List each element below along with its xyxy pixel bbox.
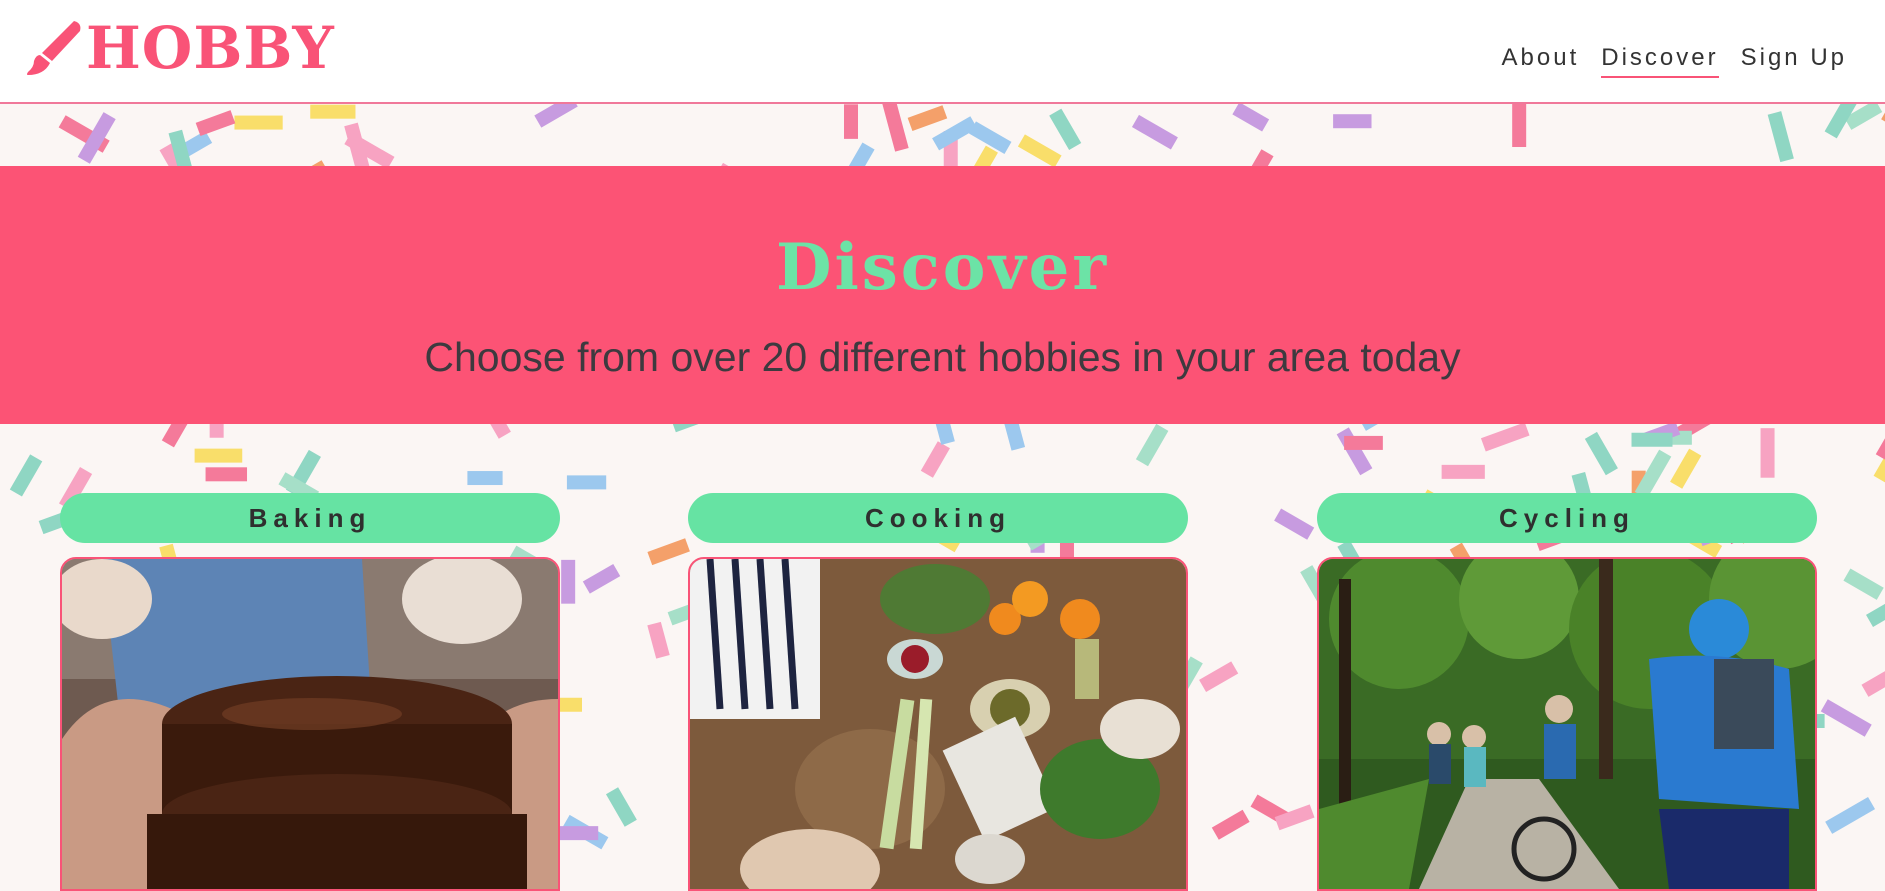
- sprinkle: [561, 559, 576, 604]
- sprinkle: [1049, 108, 1082, 151]
- paintbrush-icon: [27, 21, 81, 75]
- sprinkle: [467, 471, 503, 486]
- sprinkle: [1333, 114, 1372, 129]
- sprinkle: [1843, 568, 1884, 600]
- hobby-title-cycling[interactable]: Cycling: [1317, 493, 1817, 543]
- sprinkle: [9, 454, 43, 497]
- nav-about[interactable]: About: [1502, 44, 1580, 78]
- cooking-image[interactable]: [688, 557, 1188, 891]
- sprinkle: [1344, 435, 1383, 450]
- hobby-title-baking[interactable]: Baking: [60, 493, 560, 543]
- sprinkle: [1631, 432, 1673, 447]
- hobby-card-cycling: Cycling: [1317, 493, 1817, 891]
- sprinkle: [1866, 596, 1885, 627]
- baking-image[interactable]: [60, 557, 560, 891]
- sprinkle: [647, 621, 670, 659]
- sprinkle: [582, 563, 621, 594]
- sprinkle: [605, 787, 637, 827]
- brand-name: HOBBY: [86, 14, 335, 82]
- sprinkle: [1274, 508, 1315, 540]
- sprinkle: [566, 475, 607, 490]
- hero-title: Discover: [775, 230, 1110, 305]
- sprinkle: [534, 104, 578, 128]
- sprinkle: [194, 448, 243, 463]
- sprinkle: [1512, 104, 1527, 148]
- sprinkle: [920, 441, 950, 478]
- sprinkle: [234, 115, 283, 130]
- sprinkle: [1131, 114, 1178, 150]
- sprinkle: [1135, 423, 1169, 467]
- sprinkle: [882, 104, 909, 152]
- hero-banner: Discover Choose from over 20 different h…: [0, 166, 1885, 424]
- hobby-card-cooking: Cooking: [688, 493, 1188, 891]
- sprinkle: [205, 467, 248, 482]
- site-header: HOBBY About Discover Sign Up: [0, 0, 1885, 104]
- sprinkle: [1441, 464, 1485, 479]
- sprinkle: [1861, 659, 1885, 697]
- hobby-title-cooking[interactable]: Cooking: [688, 493, 1188, 543]
- sprinkle: [1199, 661, 1239, 693]
- sprinkle: [907, 105, 948, 132]
- sprinkle: [1336, 427, 1373, 476]
- sprinkle: [1767, 111, 1794, 163]
- sprinkle: [1825, 796, 1876, 834]
- hero-subtitle: Choose from over 20 different hobbies in…: [424, 334, 1461, 380]
- sprinkle: [310, 104, 356, 119]
- logo[interactable]: HOBBY: [22, 16, 335, 80]
- sprinkle: [1820, 699, 1872, 737]
- sprinkle: [195, 110, 236, 137]
- sprinkle: [1232, 104, 1270, 132]
- hobby-card-baking: Baking: [60, 493, 560, 891]
- sprinkle: [1480, 422, 1530, 452]
- sprinkle: [1211, 809, 1250, 840]
- sprinkle: [1017, 134, 1062, 168]
- main-nav: About Discover Sign Up: [1502, 44, 1847, 78]
- nav-discover[interactable]: Discover: [1601, 44, 1719, 78]
- cycling-image[interactable]: [1317, 557, 1817, 891]
- sprinkle: [1670, 448, 1702, 489]
- nav-sign-up[interactable]: Sign Up: [1741, 44, 1847, 78]
- sprinkle: [843, 104, 858, 139]
- sprinkle: [1760, 428, 1775, 478]
- sprinkle: [647, 538, 690, 566]
- sprinkle: [1584, 431, 1618, 476]
